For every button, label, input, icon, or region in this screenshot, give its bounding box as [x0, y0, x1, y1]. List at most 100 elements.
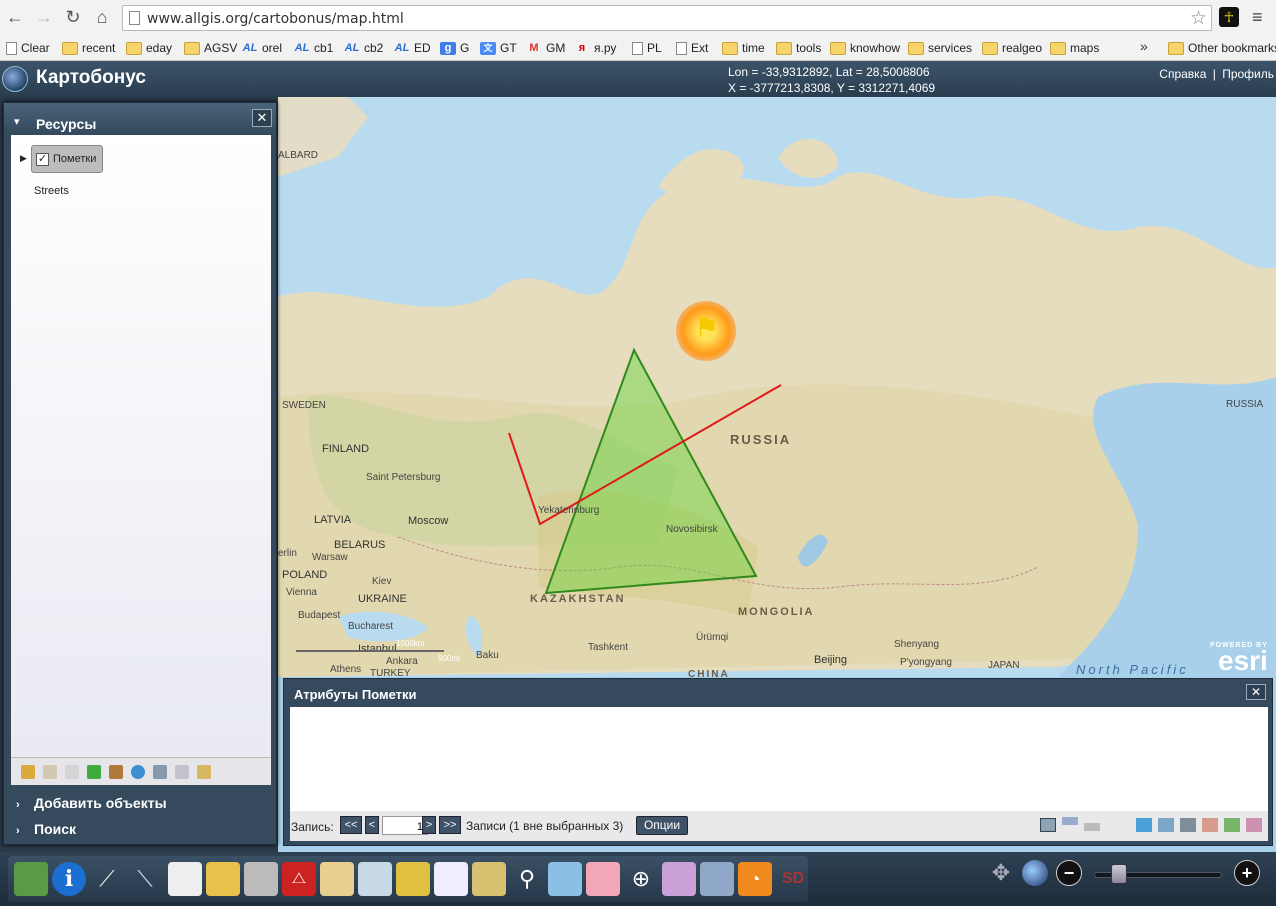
bookmark-pl[interactable]: PL [632, 38, 662, 58]
bookmark-services[interactable]: services [908, 38, 972, 58]
zoom-to-icon[interactable] [1136, 818, 1152, 832]
bookmarks-overflow-icon[interactable]: » [1140, 38, 1148, 54]
layer-item-streets[interactable]: Streets [34, 185, 69, 197]
bookmark-other[interactable]: Other bookmarks [1168, 38, 1276, 58]
label-japan: JAPAN [988, 660, 1020, 671]
grid-icon[interactable] [1180, 818, 1196, 832]
layer-checkbox[interactable]: ✓ [36, 153, 49, 166]
bookmark-maps[interactable]: maps [1050, 38, 1099, 58]
bookmark-orel[interactable]: AL orel [242, 38, 282, 58]
forward-icon[interactable]: → [33, 6, 55, 28]
section-add-objects[interactable]: › Добавить объекты [16, 795, 167, 811]
full-extent-icon[interactable] [1022, 860, 1048, 886]
layers-grid-icon[interactable] [358, 862, 392, 896]
table-icon[interactable] [153, 765, 167, 779]
close-icon[interactable]: ✕ [252, 109, 272, 127]
bookmark-g[interactable]: gG [440, 38, 469, 58]
next-record-button[interactable]: > [422, 816, 436, 834]
erase-icon[interactable] [1246, 818, 1262, 832]
document-icon[interactable] [65, 765, 79, 779]
tree-icon[interactable] [197, 765, 211, 779]
pdf-icon[interactable]: ⧍ [282, 862, 316, 896]
bookmark-knowhow[interactable]: knowhow [830, 38, 900, 58]
back-icon[interactable]: ← [4, 6, 26, 28]
expand-arrow-icon[interactable]: ▶ [20, 153, 27, 164]
zoom-search-icon[interactable]: ⊕ [624, 862, 658, 896]
basemap-icon[interactable] [14, 862, 48, 896]
bookmark-recent[interactable]: recent [62, 38, 115, 58]
extension-icon[interactable]: ☥ [1219, 7, 1239, 27]
bookmark-realgeo[interactable]: realgeo [982, 38, 1042, 58]
bookmark-ed[interactable]: AL ED [394, 38, 431, 58]
bookmark-clear[interactable]: Clear [6, 38, 50, 58]
view-split-icon[interactable] [1062, 817, 1078, 825]
bookmark-time[interactable]: time [722, 38, 765, 58]
view-table-icon[interactable] [1084, 823, 1100, 831]
pan-to-icon[interactable] [1158, 818, 1174, 832]
label-athens: Athens [330, 664, 362, 675]
address-bar[interactable]: www.allgis.org/cartobonus/map.html ☆ [122, 5, 1212, 31]
copy-layer-icon[interactable] [43, 765, 57, 779]
browser-menu-icon[interactable]: ≡ [1252, 6, 1270, 28]
layer-item-pometki[interactable]: ✓ Пометки [31, 145, 103, 173]
bookmark-agsv[interactable]: AGSV [184, 38, 237, 58]
bookmark-eday[interactable]: eday [126, 38, 172, 58]
tiles-icon[interactable] [396, 862, 430, 896]
bookmark-gt[interactable]: 文 GT [480, 38, 517, 58]
add-note-icon[interactable] [320, 862, 354, 896]
list-icon[interactable] [434, 862, 468, 896]
section-search[interactable]: › Поиск [16, 821, 76, 837]
close-icon[interactable]: ✕ [1246, 684, 1266, 700]
bookmark-ext[interactable]: Ext [676, 38, 708, 58]
export-icon[interactable] [175, 765, 189, 779]
bookmark-tool-icon[interactable] [700, 862, 734, 896]
label-urumqi: Ürümqi [696, 632, 729, 643]
zoom-in-button[interactable]: + [1234, 860, 1260, 886]
folder-icon [722, 41, 738, 55]
zoom-slider-thumb[interactable] [1110, 864, 1127, 884]
view-form-icon[interactable] [1040, 818, 1056, 832]
home-icon[interactable]: ⌂ [91, 6, 113, 28]
last-record-button[interactable]: >> [439, 816, 461, 834]
reload-icon[interactable]: ↻ [62, 6, 84, 28]
help-link[interactable]: Справка [1159, 67, 1206, 81]
profile-link[interactable]: Профиль [1222, 67, 1274, 81]
info-icon[interactable]: i [52, 862, 86, 896]
eraser-icon[interactable] [586, 862, 620, 896]
bookmark-cb2[interactable]: AL cb2 [344, 38, 384, 58]
report-icon[interactable] [168, 862, 202, 896]
resources-panel-header[interactable]: ▾ Ресурсы ✕ [4, 103, 276, 133]
rss-icon[interactable]: ◔ [738, 862, 772, 896]
globe-icon[interactable] [131, 765, 145, 779]
first-record-button[interactable]: << [340, 816, 362, 834]
marker-flag-icon[interactable]: ⚑ [676, 301, 736, 361]
measure-area-icon[interactable]: ⟍ [128, 862, 162, 896]
pan-icon[interactable]: ✥ [988, 860, 1014, 886]
clear-selection-icon[interactable] [1202, 818, 1218, 832]
edit-icon[interactable] [472, 862, 506, 896]
bookmark-gm[interactable]: M GM [526, 38, 565, 58]
bookmark-ya[interactable]: я я.ру [574, 38, 617, 58]
settings-icon[interactable] [109, 765, 123, 779]
measure-icon[interactable]: ⟋ [90, 862, 124, 896]
bookmark-tools[interactable]: tools [776, 38, 821, 58]
zoom-out-button[interactable]: − [1056, 860, 1082, 886]
sd-icon[interactable]: SD [776, 862, 810, 896]
options-button[interactable]: Опции [636, 816, 688, 835]
prev-record-button[interactable]: < [365, 816, 379, 834]
chevron-down-icon[interactable]: ▾ [14, 115, 20, 128]
print-icon[interactable] [244, 862, 278, 896]
add-layer-icon[interactable] [21, 765, 35, 779]
url-text[interactable]: www.allgis.org/cartobonus/map.html [147, 11, 404, 27]
select-tool-icon[interactable] [548, 862, 582, 896]
bookmark-cb1[interactable]: AL cb1 [294, 38, 334, 58]
label-pyongyang: P'yongyang [900, 657, 952, 668]
binoculars-icon[interactable]: ⚲ [510, 862, 544, 896]
select-icon[interactable] [1224, 818, 1240, 832]
open-folder-icon[interactable] [206, 862, 240, 896]
ya-icon: я [578, 41, 586, 54]
refresh-icon[interactable] [87, 765, 101, 779]
draw-icon[interactable] [662, 862, 696, 896]
bookmark-star-icon[interactable]: ☆ [1190, 7, 1207, 30]
label-russia-east: RUSSIA [1226, 399, 1264, 410]
